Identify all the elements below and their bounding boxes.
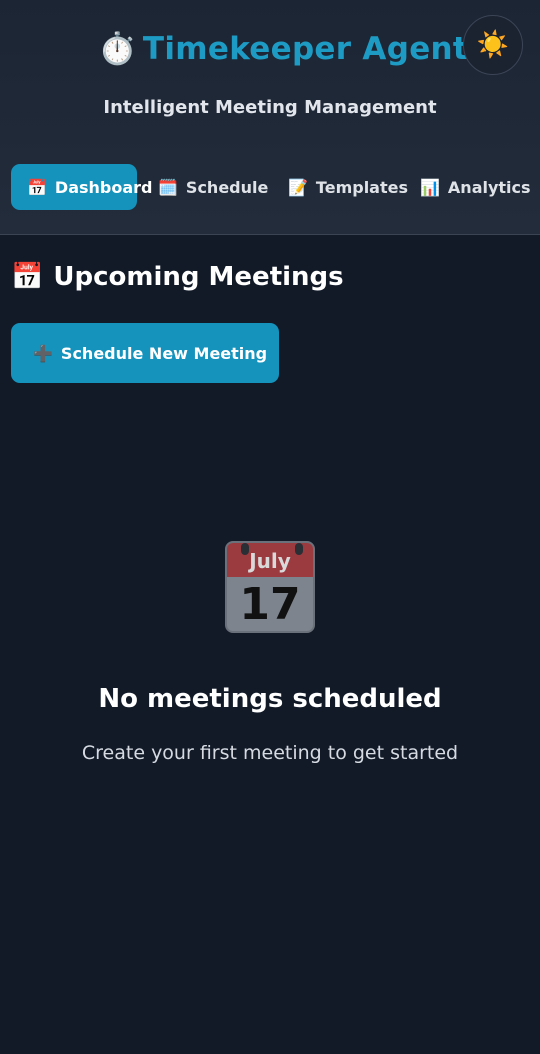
section-title-text: Upcoming Meetings	[53, 262, 344, 292]
stopwatch-icon: ⏱️	[98, 31, 137, 67]
calendar-ring	[241, 543, 249, 555]
empty-calendar-icon: July 17	[225, 541, 315, 633]
spiral-calendar-icon: 🗓️	[158, 177, 178, 197]
section-title: 📅 Upcoming Meetings	[11, 262, 344, 292]
memo-icon: 📝	[288, 177, 308, 197]
app-header: ⏱️ Timekeeper Agent ☀️ Intelligent Meetin…	[0, 0, 540, 235]
empty-state-title: No meetings scheduled	[98, 684, 442, 714]
empty-state-message: Create your first meeting to get started	[81, 742, 459, 764]
app-title: ⏱️ Timekeeper Agent	[98, 30, 468, 67]
title-row: ⏱️ Timekeeper Agent	[0, 26, 540, 74]
sun-icon: ☀️	[476, 30, 510, 60]
nav-tabs: 📅 Dashboard 🗓️ Schedule 📝 Templates 📊 An…	[0, 164, 540, 212]
tab-label: Dashboard	[54, 177, 153, 197]
plus-icon: ➕	[33, 343, 53, 363]
tab-label: Templates	[315, 177, 408, 197]
calendar-day: 17	[239, 579, 301, 630]
calendar-icon: 📅	[11, 262, 44, 292]
tab-dashboard[interactable]: 📅 Dashboard	[11, 164, 153, 210]
tab-label: Analytics	[447, 177, 531, 197]
tab-templates[interactable]: 📝 Templates	[288, 164, 408, 210]
tab-schedule[interactable]: 🗓️ Schedule	[158, 164, 268, 210]
schedule-new-meeting-button[interactable]: ➕ Schedule New Meeting	[11, 323, 279, 383]
app-title-text: Timekeeper Agent	[142, 31, 469, 67]
app-subtitle: Intelligent Meeting Management	[103, 97, 437, 118]
tab-analytics[interactable]: 📊 Analytics	[420, 164, 531, 210]
theme-toggle-button[interactable]: ☀️	[463, 15, 523, 75]
tab-label: Schedule	[185, 177, 269, 197]
calendar-icon: 📅	[27, 177, 47, 197]
bar-chart-icon: 📊	[420, 177, 440, 197]
calendar-ring	[295, 543, 303, 555]
schedule-button-label: Schedule New Meeting	[60, 343, 268, 363]
